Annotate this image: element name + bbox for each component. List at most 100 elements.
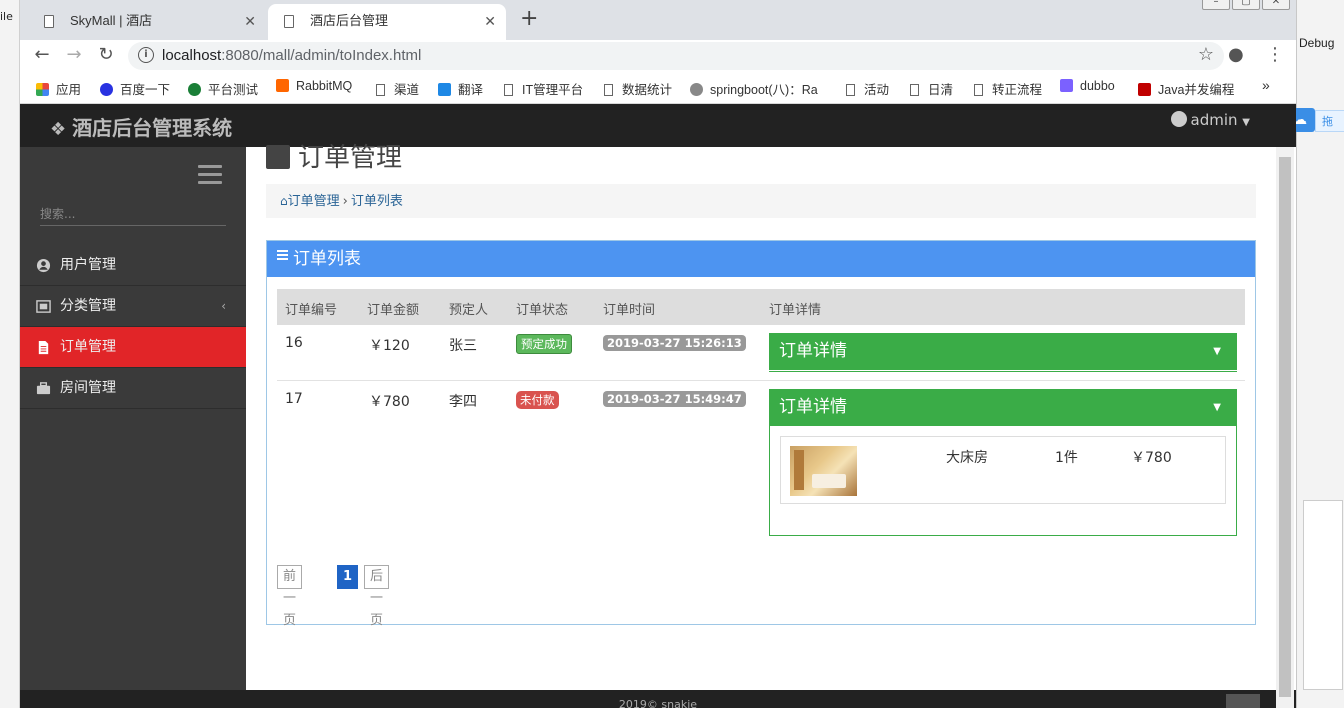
hamburger-icon[interactable] bbox=[198, 165, 222, 189]
table-row: 16 ￥120 张三 预定成功 2019-03-27 15:26:13 订单详情… bbox=[277, 325, 1245, 381]
list-icon bbox=[277, 248, 288, 262]
drag-tab[interactable]: 拖 bbox=[1315, 110, 1344, 132]
bookmark-channel[interactable]: 渠道 bbox=[376, 79, 419, 98]
tab-skymall[interactable]: SkyMall | 酒店 ✕ bbox=[28, 4, 266, 40]
page-icon bbox=[376, 84, 385, 96]
status-badge: 未付款 bbox=[516, 391, 559, 409]
breadcrumb-separator: › bbox=[342, 194, 348, 209]
bookmark-daily[interactable]: 日清 bbox=[910, 79, 953, 98]
bookmark-translate[interactable]: 翻译 bbox=[438, 79, 483, 98]
chevron-left-icon: ‹ bbox=[221, 299, 226, 313]
home-icon[interactable]: ⌂ bbox=[280, 194, 288, 208]
time-badge: 2019-03-27 15:26:13 bbox=[603, 335, 746, 351]
sidebar-item-orders[interactable]: 订单管理 bbox=[20, 327, 246, 368]
suitcase-icon bbox=[36, 382, 51, 395]
ide-scroll-panel bbox=[1303, 500, 1343, 690]
forward-icon[interactable]: → bbox=[62, 44, 86, 65]
back-icon[interactable]: ← bbox=[30, 44, 54, 65]
order-amount: ￥120 bbox=[369, 338, 410, 354]
ide-left-panel: ile bbox=[0, 0, 20, 708]
order-id: 16 bbox=[285, 335, 303, 351]
page-1-button[interactable]: 1 bbox=[337, 565, 359, 589]
tab-admin[interactable]: 酒店后台管理 ✕ bbox=[268, 4, 506, 40]
url-text[interactable]: localhost:8080/mall/admin/toIndex.html bbox=[162, 47, 421, 64]
new-tab-icon[interactable]: + bbox=[520, 6, 538, 31]
footer: 2019© snakie bbox=[20, 690, 1296, 708]
reload-icon[interactable]: ↻ bbox=[94, 44, 118, 65]
page-scrollbar[interactable] bbox=[1276, 147, 1294, 708]
cubes-icon: ❖ bbox=[50, 119, 67, 140]
bookmark-apps[interactable]: 应用 bbox=[36, 79, 81, 98]
minimize-icon[interactable]: – bbox=[1202, 0, 1230, 10]
next-page-button[interactable]: 后一页 bbox=[364, 565, 390, 628]
bookmarks-more-icon[interactable]: » bbox=[1262, 77, 1270, 93]
col-header: 订单状态 bbox=[516, 303, 569, 318]
back-to-top-button[interactable] bbox=[1226, 694, 1260, 708]
menu-dots-icon[interactable]: ⋮ bbox=[1266, 44, 1284, 65]
address-bar[interactable]: i localhost:8080/mall/admin/toIndex.html… bbox=[128, 42, 1224, 70]
sidebar-item-users[interactable]: 用户管理 bbox=[20, 245, 246, 286]
breadcrumb-home-link[interactable]: 订单管理 bbox=[288, 194, 340, 209]
page-icon bbox=[604, 84, 613, 96]
maximize-icon[interactable]: ▢ bbox=[1232, 0, 1260, 10]
platform-icon bbox=[188, 83, 201, 96]
bookmark-it-admin[interactable]: IT管理平台 bbox=[504, 79, 583, 98]
bookmark-springboot[interactable]: springboot(八)：Ra bbox=[690, 79, 818, 98]
bookmark-rabbitmq[interactable]: RabbitMQ bbox=[276, 79, 352, 93]
close-window-icon[interactable]: ✕ bbox=[1262, 0, 1290, 10]
bookmark-java-concurrency[interactable]: Java并发编程 bbox=[1138, 79, 1234, 98]
baidu-icon bbox=[100, 83, 113, 96]
page-icon bbox=[504, 84, 513, 96]
debug-label[interactable]: Debug bbox=[1299, 36, 1334, 50]
tab-title: SkyMall | 酒店 bbox=[70, 13, 153, 28]
ide-left-label: ile bbox=[0, 10, 13, 23]
sidebar-search-input[interactable] bbox=[40, 202, 226, 226]
user-icon bbox=[1170, 111, 1187, 127]
order-list-panel: 订单列表 订单编号 订单金额 预定人 订单状态 订单时间 订单详情 16 ￥12… bbox=[266, 240, 1256, 628]
accordion-body: 大床房 1件 ￥780 bbox=[769, 426, 1237, 536]
sidebar-item-rooms[interactable]: 房间管理 bbox=[20, 368, 246, 409]
room-price: ￥780 bbox=[1131, 450, 1172, 466]
page-title: 订单管理 bbox=[266, 137, 402, 174]
bookmark-platform-test[interactable]: 平台测试 bbox=[188, 79, 258, 98]
user-menu[interactable]: admin ▼ bbox=[1170, 111, 1250, 129]
order-detail-toggle[interactable]: 订单详情 ▼ bbox=[769, 333, 1237, 370]
page-icon bbox=[910, 84, 919, 96]
caret-down-icon: ▼ bbox=[1242, 117, 1250, 128]
window-controls: – ▢ ✕ bbox=[1202, 0, 1290, 10]
rabbitmq-icon bbox=[276, 79, 289, 92]
sidebar: 用户管理 分类管理 ‹ 订单管理 房间管理 bbox=[20, 147, 246, 708]
star-icon[interactable]: ☆ bbox=[1198, 44, 1214, 65]
close-icon[interactable]: ✕ bbox=[484, 4, 496, 38]
col-header: 订单时间 bbox=[603, 303, 656, 318]
panel-header: 订单列表 bbox=[267, 241, 1255, 277]
accordion-title: 订单详情 bbox=[779, 341, 847, 361]
bookmark-baidu[interactable]: 百度一下 bbox=[100, 79, 170, 98]
category-icon bbox=[36, 300, 51, 313]
translate-icon bbox=[438, 83, 451, 96]
order-detail-toggle[interactable]: 订单详情 ▼ bbox=[769, 389, 1237, 426]
caret-down-icon: ▼ bbox=[1213, 402, 1221, 413]
col-header: 订单详情 bbox=[769, 303, 822, 318]
status-badge: 预定成功 bbox=[516, 334, 572, 354]
room-qty: 1件 bbox=[1055, 450, 1078, 466]
breadcrumb: ⌂订单管理 › 订单列表 bbox=[266, 184, 1256, 218]
bookmark-stats[interactable]: 数据统计 bbox=[604, 79, 672, 98]
bookmark-onboarding[interactable]: 转正流程 bbox=[974, 79, 1042, 98]
accordion-title: 订单详情 bbox=[779, 397, 847, 417]
scrollbar-thumb[interactable] bbox=[1279, 157, 1291, 697]
prev-page-button[interactable]: 前一页 bbox=[277, 565, 303, 628]
brand[interactable]: ❖ 酒店后台管理系统 bbox=[50, 112, 232, 141]
close-icon[interactable]: ✕ bbox=[244, 4, 256, 38]
time-badge: 2019-03-27 15:49:47 bbox=[603, 391, 746, 407]
page-icon bbox=[846, 84, 855, 96]
user-circle-icon bbox=[36, 258, 51, 273]
sidebar-item-categories[interactable]: 分类管理 ‹ bbox=[20, 286, 246, 327]
order-customer: 张三 bbox=[449, 338, 477, 354]
profile-icon[interactable]: ● bbox=[1228, 44, 1244, 65]
order-detail-accordion: 订单详情 ▼ bbox=[769, 333, 1237, 372]
bookmark-activity[interactable]: 活动 bbox=[846, 79, 889, 98]
info-icon[interactable]: i bbox=[138, 47, 154, 63]
bookmark-dubbo[interactable]: dubbo bbox=[1060, 79, 1115, 93]
order-amount: ￥780 bbox=[369, 394, 410, 410]
